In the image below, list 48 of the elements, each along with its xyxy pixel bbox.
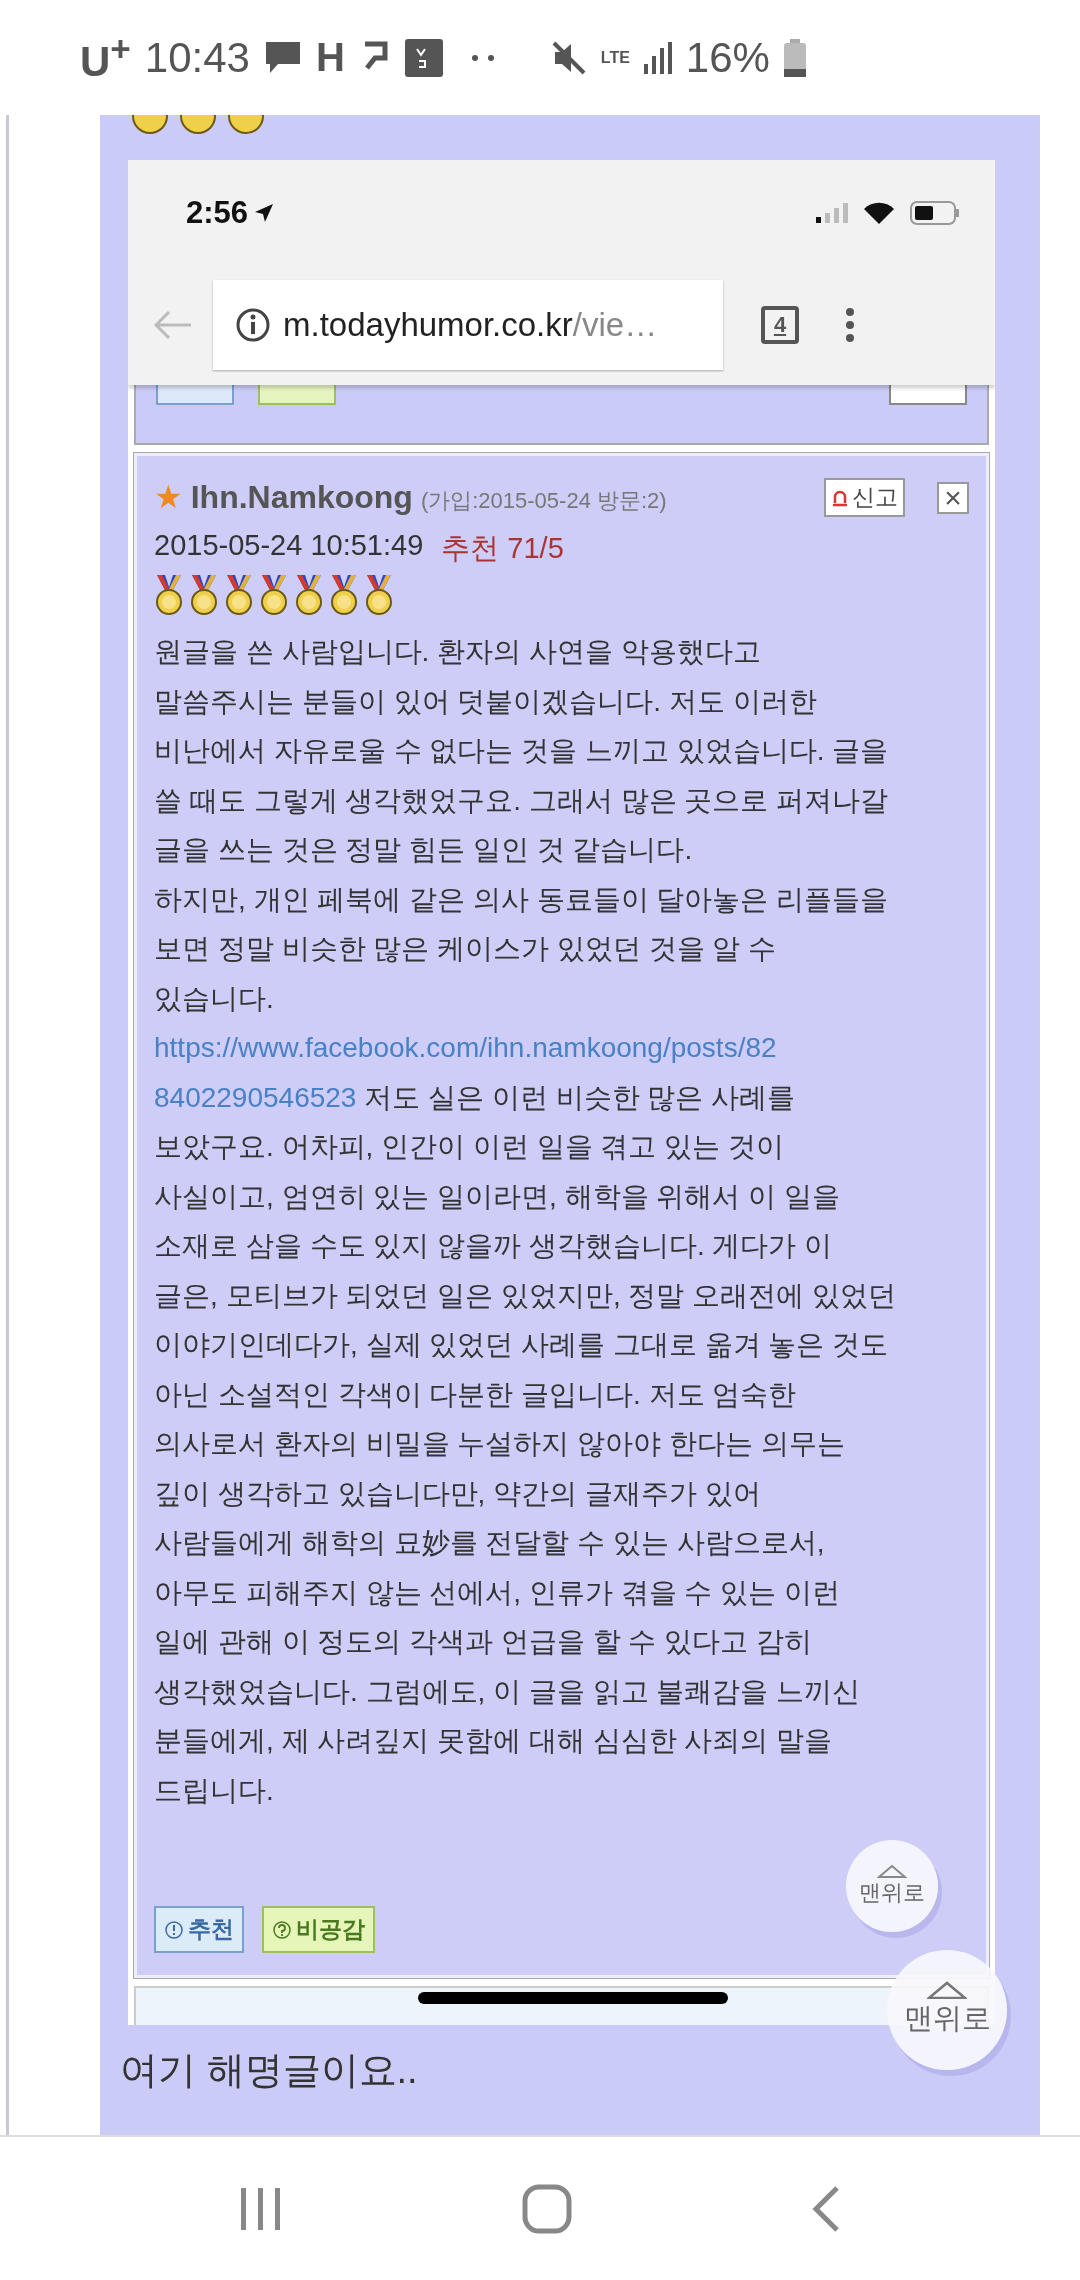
post-date: 2015-05-24 10:51:49 xyxy=(154,529,424,563)
mute-icon xyxy=(550,39,587,76)
up-triangle-icon xyxy=(927,1981,967,1999)
signal-icon xyxy=(643,41,672,74)
up-triangle-icon xyxy=(877,1864,907,1878)
back-icon[interactable] xyxy=(810,2184,841,2233)
medal-icon xyxy=(364,575,394,615)
battery-percent: 16% xyxy=(685,33,770,82)
facebook-link[interactable]: https://www.facebook.com/ihn.namkoong/posts/82 xyxy=(154,1032,777,1063)
facebook-link[interactable]: 8402290546523 xyxy=(154,1081,357,1113)
comment-paragraph: 하지만, 개인 페북에 같은 의사 동료들이 달아놓은 리플들을 보면 정말 비슷한 많은 케이스가 있었던 것을 알 수 있습니다. xyxy=(154,882,890,1016)
square-app-icon xyxy=(404,38,443,77)
medal-icon xyxy=(154,575,184,615)
medal-icon xyxy=(329,575,359,615)
comment-paragraph: 원글을 쓴 사람입니다. 환자의 사연을 악용했다고 말씀주시는 분들이 있어 덧붙이겠습니다. 저도 이러한 비난에서 자유로울 수 없다는 것을 느끼고 있었습니다. 글을 쓸 때도 그렇게 생각했었구요. 그래서 많은 곳으로 퍼져나갈 글을 쓰는 것은 정말 힘든 일인 것 같습니다. xyxy=(154,635,890,867)
info-icon xyxy=(235,307,271,343)
address-bar[interactable]: m.todayhumor.co.kr/vie… xyxy=(213,280,723,370)
home-icon[interactable] xyxy=(522,2183,572,2234)
medal-icon xyxy=(224,575,254,615)
caption: 여기 해명글이요.. xyxy=(119,2048,419,2093)
medal-icon xyxy=(259,575,289,615)
menu-icon[interactable] xyxy=(845,307,855,343)
report-button[interactable]: 신고 xyxy=(824,478,905,517)
close-button[interactable]: × xyxy=(937,481,969,514)
clock: 10:43 xyxy=(144,33,250,82)
author-name[interactable]: Ihn.Namkoong xyxy=(190,479,413,516)
location-arrow-icon xyxy=(254,202,275,223)
network-type-label: LTE xyxy=(600,49,630,66)
medal-icon xyxy=(294,575,324,615)
recommend-count: 추천 71/5 xyxy=(441,531,564,566)
siren-icon xyxy=(831,488,849,507)
medal-icon xyxy=(189,575,219,615)
star-icon: ★ xyxy=(154,478,183,516)
notification-label: H xyxy=(315,35,345,80)
tab-count-button[interactable]: 4 xyxy=(761,306,799,344)
exclamation-circle-icon xyxy=(164,1919,184,1940)
signal-icon xyxy=(816,202,850,223)
wifi-icon xyxy=(864,201,894,224)
question-circle-icon xyxy=(272,1919,292,1940)
recommend-button[interactable]: 추천 xyxy=(154,1906,244,1953)
battery-icon xyxy=(783,38,806,77)
more-dots-icon xyxy=(470,53,497,62)
dislike-button[interactable]: 비공감 xyxy=(262,1906,375,1953)
carrier-label: U$^{+}$ xyxy=(80,29,131,86)
battery-icon xyxy=(910,200,960,225)
clock: 2:56 xyxy=(186,194,249,231)
member-info: (가입:2015-05-24 방문:2) xyxy=(420,487,667,515)
comment-paragraph: https://www.facebook.com/ihn.namkoong/posts/82 8402290546523 저도 실은 이런 비슷한 많은 사례를 보았구요. 어차피, 인간이 이런 일을 겪고 있는 것이 사실이고, 엄연히 있는 일이라면, 해학을 위해서 이 일을 소재로 삼을 수도 있지 않을까 생각했습니다. 게다가 이 글은, 모티브가 되었던 일은 있었지만, 정말 오래전에 있었던 이야기인데다가, 실제 있었던 사례를 그대로 옮겨 놓은 것도 아닌 소설적인 각색이 다분한 글입니다. 저도 엄숙한 의사로서 환자의 비밀을 누설하지 않아야 한다는 의무는 깊이 생각하고 있습니다만, 약간의 글재주가 있어 사람들에게 해학의 묘妙를 전달할 수 있는 사람으로서, 아무도 피해주지 않는 선에서, 인류가 겪을 수 있는 이런 일에 관해 이 정도의 각색과 언급을 할 수 있다고 감히 생각했었습니다. 그럼에도, 이 글을 읽고 불쾌감을 느끼신 분들에게, 제 사려깊지 못함에 대해 심심한 사죄의 말을 드립니다. xyxy=(154,1031,897,1808)
